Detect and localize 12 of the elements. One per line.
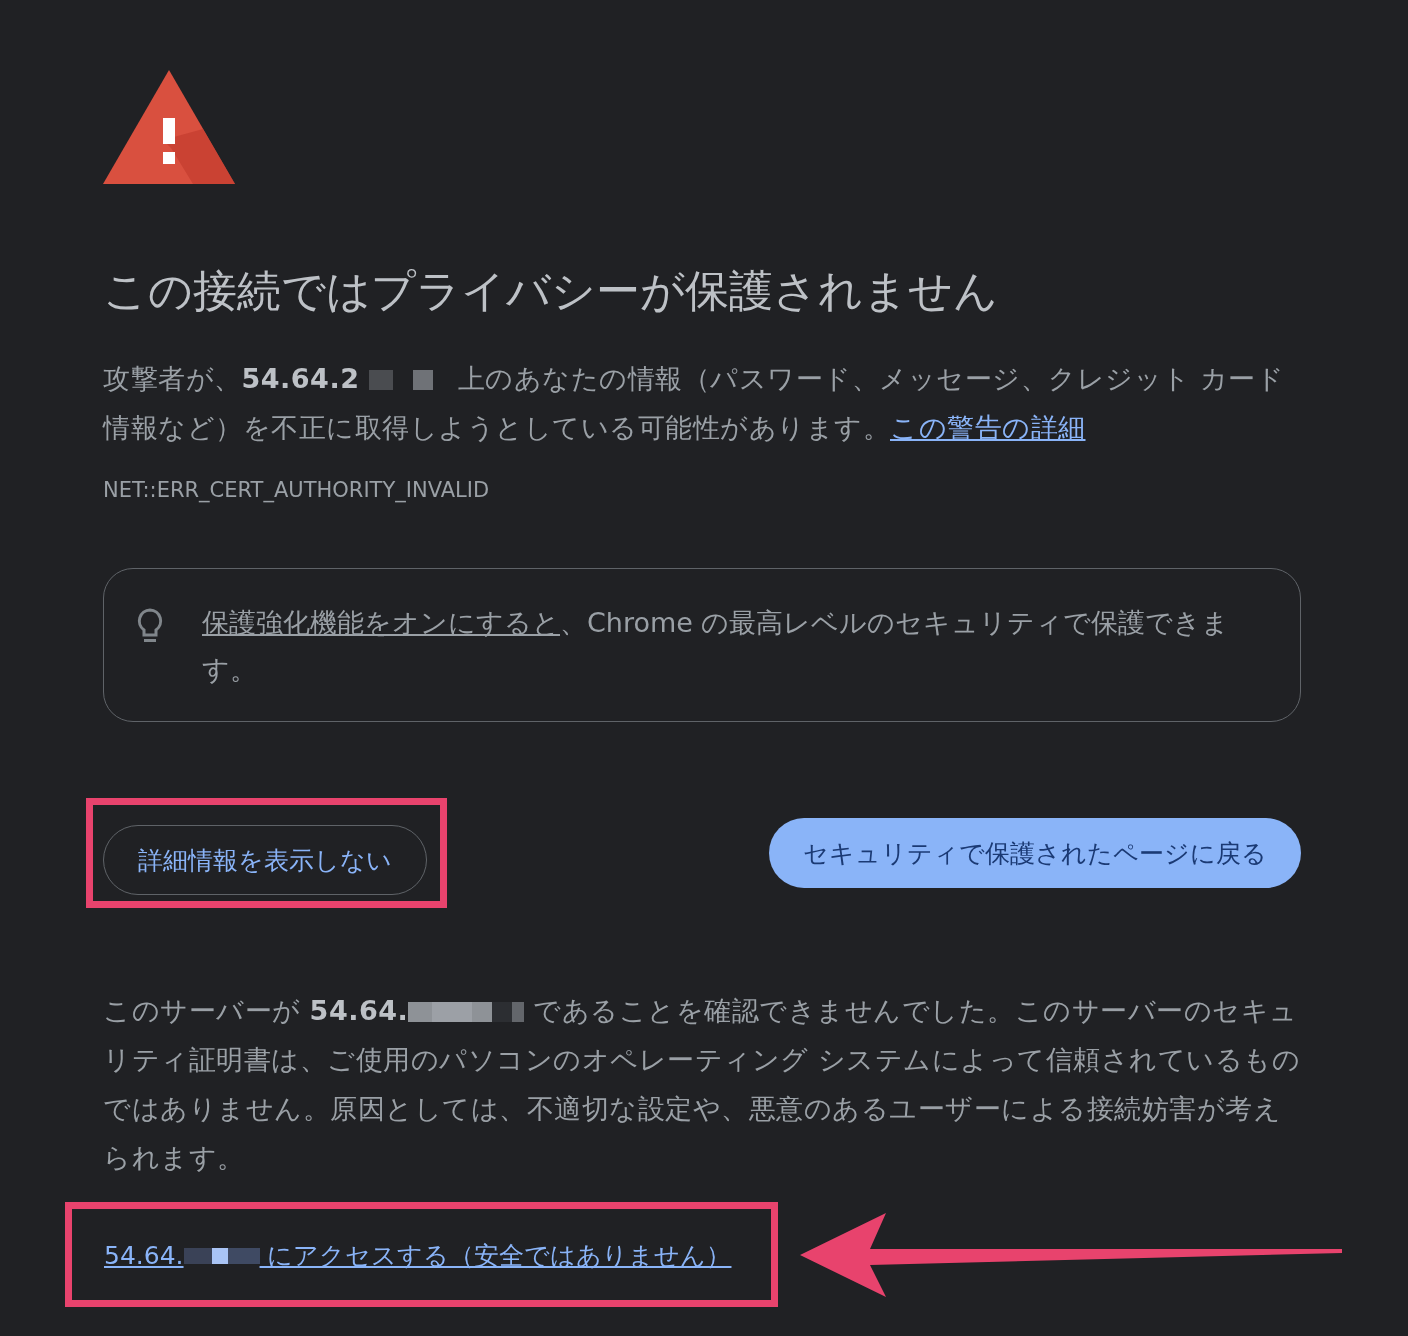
page-title: この接続ではプライバシーが保護されません (103, 264, 999, 318)
info-text: 保護強化機能をオンにすると、Chrome の最高レベルのセキュリティで保護できます。 (202, 606, 1231, 687)
warning-icon (103, 70, 235, 184)
arrow-icon (800, 1212, 1343, 1297)
lightbulb-icon (136, 607, 164, 645)
error-code: NET::ERR_CERT_AUTHORITY_INVALID (103, 478, 491, 502)
proceed-link[interactable]: 54.64. にアクセスする（安全ではありません） (104, 1241, 732, 1270)
details-text: このサーバーが 54.64. であることを確認できませんでした。このサーバーのセキュリティ証明書は、ご使用のパソコンのオペレーティング システムによって信頼されているものではありません。原因としては、不適切な設定や、悪意のあるユーザーによる接続妨害が考えられます。 (103, 994, 1301, 1175)
details-link[interactable]: この警告の詳細 (890, 412, 1086, 443)
enhanced-protection-link[interactable]: 保護強化機能をオンにすると (202, 607, 560, 638)
warning-text: 攻撃者が、54.64.2 上のあなたの情報（パスワード、メッセージ、クレジット カード情報など）を不正に取得しようとしている可能性があります。この警告の詳細 (103, 362, 1286, 445)
back-to-safety-button[interactable]: セキュリティで保護されたページに戻る (769, 818, 1301, 888)
